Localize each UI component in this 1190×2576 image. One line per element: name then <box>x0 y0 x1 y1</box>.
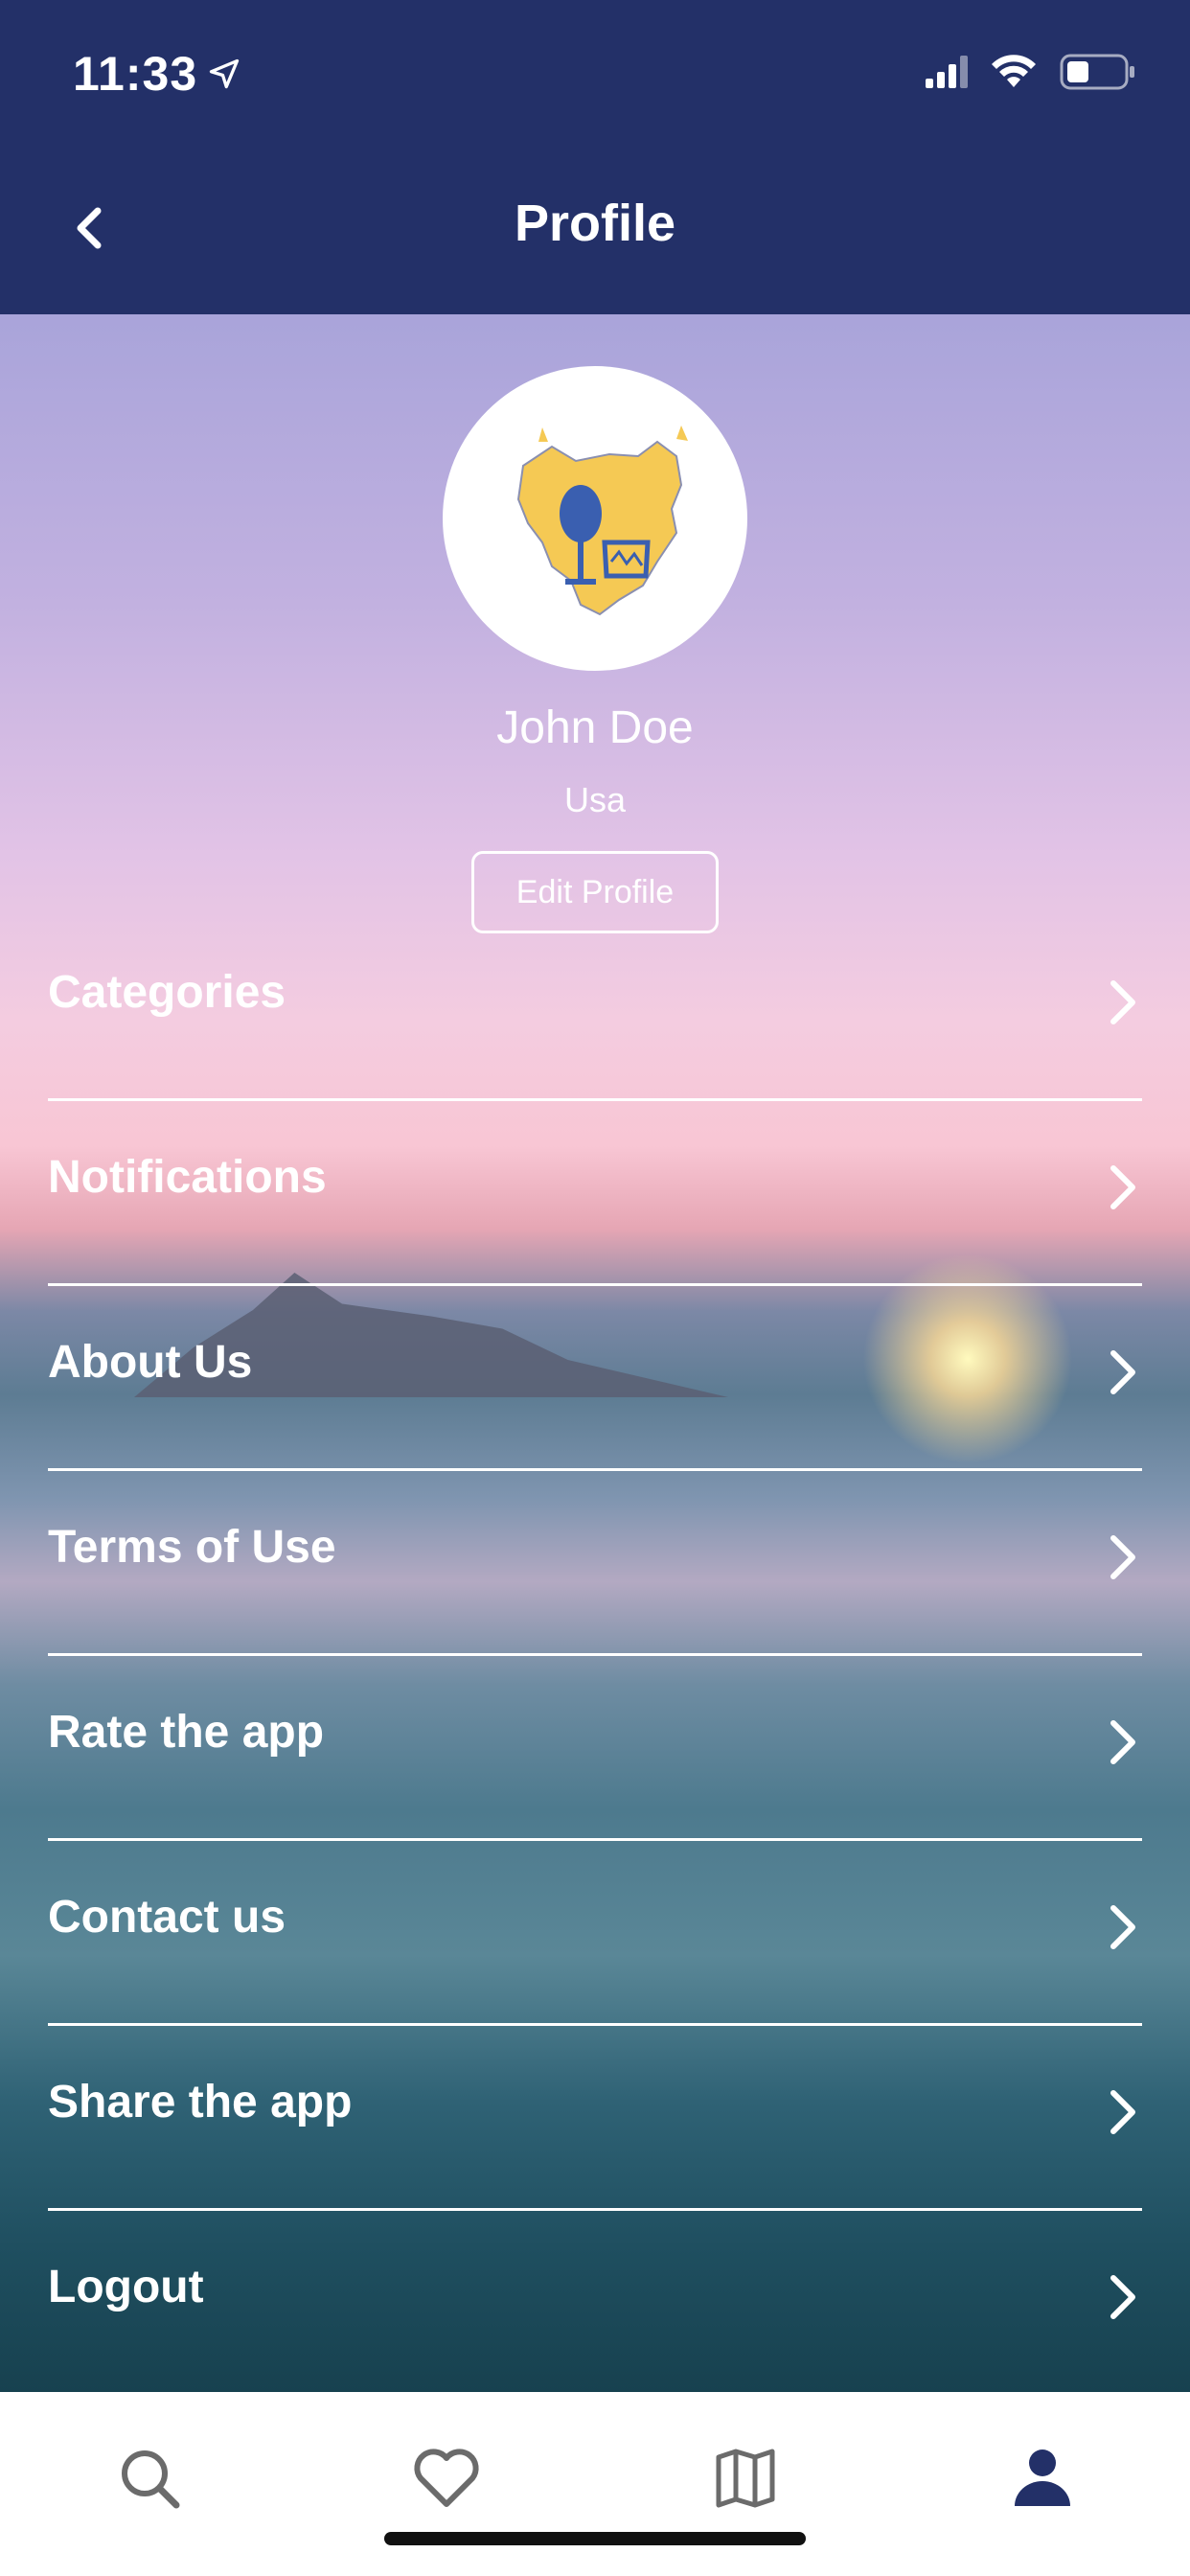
menu-item-share-the-app[interactable]: Share the app <box>48 2026 1142 2211</box>
chevron-right-icon <box>1110 1905 1135 1949</box>
chevron-right-icon <box>1110 980 1135 1024</box>
profile-location: Usa <box>563 780 627 819</box>
profile-content: John Doe Usa Edit Profile Categories Not… <box>0 314 1190 2392</box>
avatar[interactable] <box>443 366 747 671</box>
tab-search[interactable] <box>111 2440 188 2517</box>
person-icon <box>1015 2450 1070 2506</box>
battery-icon <box>1060 54 1134 90</box>
menu-item-label: Contact us <box>48 1892 286 1943</box>
menu-list: Categories Notifications About Us Terms … <box>48 916 1142 2392</box>
location-arrow-icon <box>209 58 240 89</box>
menu-item-label: Share the app <box>48 2077 353 2128</box>
nav-bar: Profile <box>0 144 1190 314</box>
menu-item-label: Rate the app <box>48 1707 325 1758</box>
tasmania-logo-icon <box>516 426 688 616</box>
chevron-right-icon <box>1110 1165 1135 1209</box>
status-bar: 11:33 <box>0 0 1190 144</box>
menu-item-label: About Us <box>48 1337 253 1388</box>
wifi-icon <box>992 55 1036 87</box>
menu-item-contact-us[interactable]: Contact us <box>48 1841 1142 2026</box>
profile-name: John Doe <box>496 702 694 753</box>
tab-favorites[interactable] <box>408 2440 485 2517</box>
chevron-right-icon <box>1110 2090 1135 2134</box>
heart-icon <box>414 2449 479 2507</box>
home-indicator <box>384 2532 806 2545</box>
menu-item-categories[interactable]: Categories <box>48 916 1142 1101</box>
time-text: 11:33 <box>73 47 198 101</box>
menu-item-notifications[interactable]: Notifications <box>48 1101 1142 1286</box>
menu-item-terms-of-use[interactable]: Terms of Use <box>48 1471 1142 1656</box>
menu-item-rate-the-app[interactable]: Rate the app <box>48 1656 1142 1841</box>
tab-map[interactable] <box>707 2440 784 2517</box>
chevron-right-icon <box>1110 1350 1135 1394</box>
page-title: Profile <box>514 195 676 252</box>
map-icon <box>716 2449 775 2508</box>
chevron-right-icon <box>1110 1535 1135 1579</box>
search-icon <box>122 2450 180 2509</box>
chevron-right-icon <box>1110 1720 1135 1764</box>
chevron-right-icon <box>1110 2275 1135 2319</box>
menu-item-label: Terms of Use <box>48 1522 336 1573</box>
menu-item-logout[interactable]: Logout <box>48 2211 1142 2392</box>
menu-item-label: Notifications <box>48 1152 327 1203</box>
menu-item-about-us[interactable]: About Us <box>48 1286 1142 1471</box>
status-icons <box>926 54 1136 90</box>
tab-bar <box>0 2392 1190 2576</box>
status-time: 11:33 <box>73 46 241 102</box>
menu-item-label: Categories <box>48 967 286 1018</box>
menu-item-label: Logout <box>48 2262 204 2312</box>
tab-profile[interactable] <box>1004 2440 1081 2517</box>
cellular-signal-icon <box>926 56 968 88</box>
